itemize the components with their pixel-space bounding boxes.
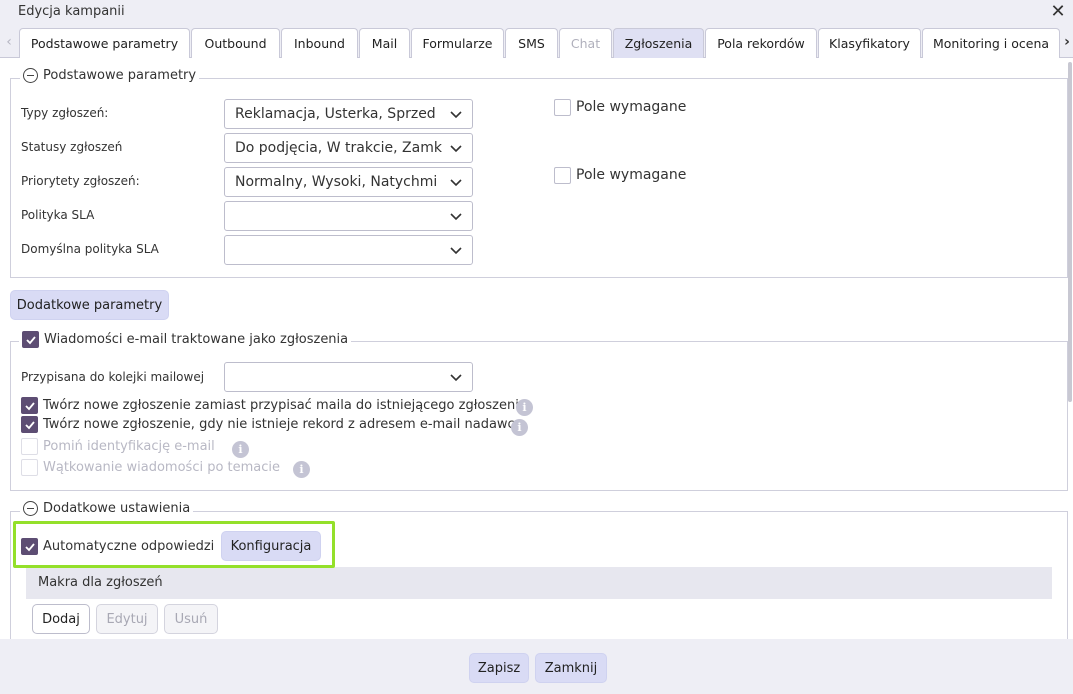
skip-email-identification-label: Pomiń identyfikację e-mail [43,439,215,454]
priorytety-zgloszen-value: Normalny, Wysoki, Natychmi [235,174,438,190]
field-label-priorytety: Priorytety zgłoszeń: [21,174,140,188]
additional-params-button[interactable]: Dodatkowe parametry [10,290,169,320]
basic-params-legend[interactable]: Podstawowe parametry [20,68,200,83]
field-label-domyslna-polityka-sla: Domyślna polityka SLA [21,242,159,256]
tab-content: Podstawowe parametry Typy zgłoszeń: Rekl… [0,58,1073,639]
edit-macro-button: Edytuj [96,604,158,634]
collapse-minus-icon[interactable] [23,501,38,516]
typy-zgloszen-select[interactable]: Reklamacja, Usterka, Sprzed [224,99,473,129]
chevron-down-icon [450,177,462,187]
tab-scroll-left-icon[interactable]: ‹ [3,34,15,50]
chevron-down-icon [450,143,462,153]
new-ticket-instead-label: Twórz nowe zgłoszenie zamiast przypisać … [43,398,527,413]
campaign-edit-dialog: Edycja kampanii ✕ ‹ Podstawowe parametry… [0,0,1073,694]
tab-formularze[interactable]: Formularze [411,28,504,58]
polityka-sla-select[interactable] [224,201,473,231]
priorytety-zgloszen-select[interactable]: Normalny, Wysoki, Natychmi [224,167,473,197]
tab-podstawowe-parametry[interactable]: Podstawowe parametry [19,28,190,58]
macros-header: Makra dla zgłoszeń [26,567,1052,599]
priorytety-required-label: Pole wymagane [576,167,687,183]
close-button[interactable]: Zamknij [535,653,607,683]
tab-outbound[interactable]: Outbound [191,28,280,58]
email-tickets-checkbox[interactable] [22,331,39,348]
chevron-down-icon [450,245,462,255]
save-button[interactable]: Zapisz [469,653,529,683]
info-icon[interactable]: i [516,399,533,416]
check-icon [26,336,36,345]
priorytety-required-checkbox[interactable] [554,167,571,184]
configuration-button[interactable]: Konfiguracja [221,531,321,561]
vertical-scrollbar[interactable] [1067,58,1073,639]
info-icon[interactable]: i [511,419,528,436]
typy-required-checkbox[interactable] [554,99,571,116]
tab-pola-rekordow[interactable]: Pola rekordów [705,28,817,58]
extra-settings-legend-label: Dodatkowe ustawienia [43,501,191,516]
check-icon [25,421,35,430]
tab-chat: Chat [559,28,612,58]
email-tickets-legend: Wiadomości e-mail traktowane jako zgłosz… [19,331,352,348]
dialog-footer: Zapisz Zamknij [0,639,1073,694]
chevron-down-icon [450,211,462,221]
basic-params-group [10,78,1068,278]
add-macro-button[interactable]: Dodaj [32,604,90,634]
tab-zgloszenia[interactable]: Zgłoszenia [613,28,704,58]
remove-macro-button: Usuń [164,604,218,634]
title-bar: Edycja kampanii ✕ [0,0,1073,26]
thread-by-subject-checkbox [21,459,38,476]
basic-params-legend-label: Podstawowe parametry [43,68,197,83]
statusy-zgloszen-select[interactable]: Do podjęcia, W trakcie, Zamk [224,133,473,163]
new-ticket-no-record-checkbox[interactable] [21,416,38,433]
typy-zgloszen-value: Reklamacja, Usterka, Sprzed [235,106,436,122]
info-icon[interactable]: i [293,461,310,478]
new-ticket-instead-checkbox[interactable] [21,397,38,414]
extra-settings-legend[interactable]: Dodatkowe ustawienia [20,501,194,516]
collapse-minus-icon[interactable] [23,68,38,83]
chevron-down-icon [450,109,462,119]
skip-email-identification-checkbox [21,438,38,455]
auto-reply-checkbox[interactable] [21,538,38,555]
info-icon[interactable]: i [232,441,249,458]
email-tickets-legend-label: Wiadomości e-mail traktowane jako zgłosz… [44,332,349,347]
field-label-statusy: Statusy zgłoszeń [21,140,123,154]
field-label-polityka-sla: Polityka SLA [21,208,95,222]
statusy-zgloszen-value: Do podjęcia, W trakcie, Zamk [235,140,442,156]
auto-reply-label: Automatyczne odpowiedzi [43,539,215,554]
tab-bar: ‹ Podstawowe parametry Outbound Inbound … [0,28,1073,58]
tab-klasyfikatory[interactable]: Klasyfikatory [818,28,921,58]
tab-monitoring-i-ocena[interactable]: Monitoring i ocena [922,28,1060,58]
tab-sms[interactable]: SMS [505,28,558,58]
check-icon [25,402,35,411]
new-ticket-no-record-label: Twórz nowe zgłoszenie, gdy nie istnieje … [43,417,523,432]
tab-inbound[interactable]: Inbound [281,28,358,58]
field-label-typy: Typy zgłoszeń: [21,106,109,120]
chevron-down-icon [450,372,462,382]
field-label-kolejka-mailowa: Przypisana do kolejki mailowej [21,370,205,384]
typy-required-label: Pole wymagane [576,99,687,115]
window-title: Edycja kampanii [18,4,125,19]
tab-mail[interactable]: Mail [359,28,410,58]
close-icon[interactable]: ✕ [1047,1,1069,23]
check-icon [25,543,35,552]
tab-scroll-right-icon[interactable]: › [1061,34,1073,50]
scrollbar-thumb[interactable] [1068,62,1072,402]
thread-by-subject-label: Wątkowanie wiadomości po temacie [43,460,281,475]
kolejka-mailowa-select[interactable] [224,362,473,392]
domyslna-polityka-sla-select[interactable] [224,235,473,265]
